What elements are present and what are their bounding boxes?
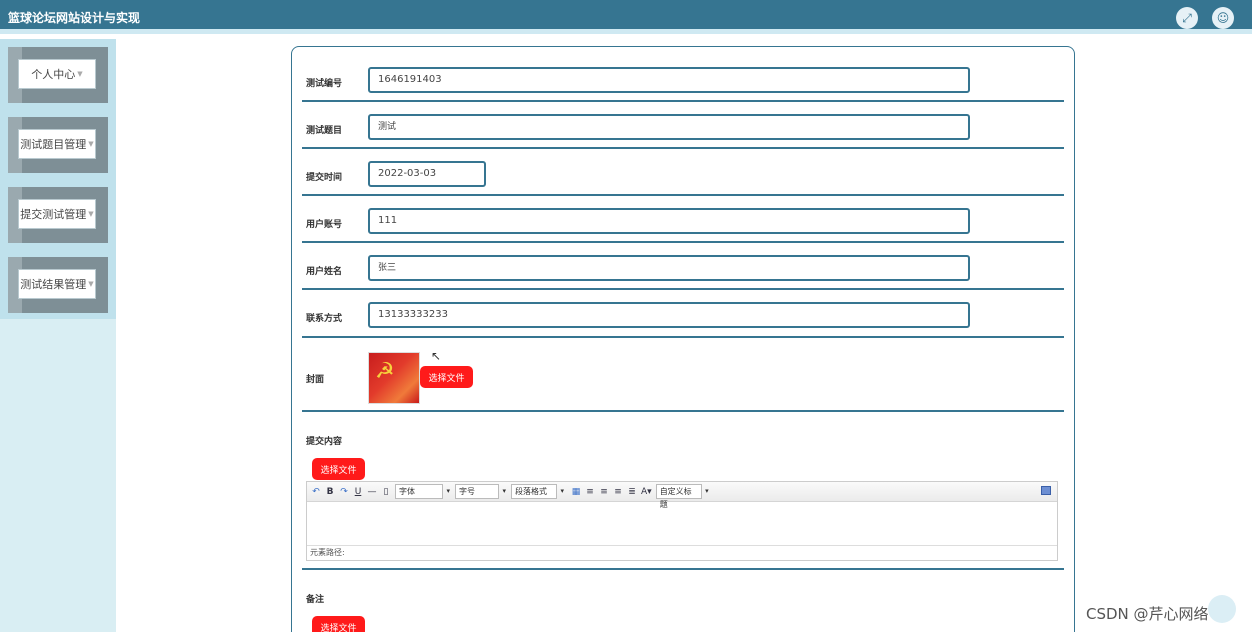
- caret-down-icon: ▼: [88, 140, 94, 148]
- watermark-text: CSDN @芹心网络: [1086, 605, 1209, 623]
- emblem-icon: ☭: [375, 359, 395, 384]
- form-row-submit-time: 提交时间 2022-03-03: [302, 149, 1064, 196]
- form-row-cover: 封面 ☭ 选择文件: [302, 338, 1064, 412]
- caret-down-icon: ▼: [88, 280, 94, 288]
- field-label: 用户账号: [306, 220, 343, 230]
- sidebar-item-test-questions[interactable]: 测试题目管理 ▼: [18, 129, 96, 159]
- content-choose-file-button[interactable]: 选择文件: [312, 458, 365, 480]
- sidebar-item-label: 提交测试管理: [20, 208, 87, 221]
- align-right-icon[interactable]: ≡: [599, 487, 609, 497]
- sidebar-item-label: 个人中心: [31, 68, 76, 81]
- submit-time-input[interactable]: 2022-03-03: [368, 161, 486, 187]
- form-row-user-name: 用户姓名 张三: [302, 243, 1064, 290]
- cover-image: ☭: [368, 352, 420, 404]
- document-icon[interactable]: ▯: [381, 487, 391, 497]
- mouse-cursor-icon: ↖: [431, 349, 442, 363]
- cover-choose-file-button[interactable]: 选择文件: [420, 366, 473, 388]
- form-row-contact: 联系方式 13133333233: [302, 290, 1064, 338]
- paragraph-format-select[interactable]: 段落格式: [511, 484, 564, 499]
- user-button[interactable]: ☺: [1212, 7, 1234, 29]
- field-label: 提交时间: [306, 173, 343, 183]
- sidebar-block: 提交测试管理 ▼: [0, 179, 116, 249]
- note-choose-file-button[interactable]: 选择文件: [312, 616, 365, 632]
- font-color-icon[interactable]: A▾: [641, 487, 652, 497]
- sidebar-item-label: 测试题目管理: [20, 138, 87, 151]
- align-center-icon[interactable]: ≡: [613, 487, 623, 497]
- form-row-note: 备注 选择文件: [302, 570, 1064, 632]
- form-row-user-account: 用户账号 111: [302, 196, 1064, 243]
- field-label: 联系方式: [306, 314, 343, 324]
- caret-down-icon: ▼: [77, 70, 83, 78]
- horizontal-rule-icon[interactable]: —: [367, 487, 377, 497]
- field-label: 测试题目: [306, 126, 343, 136]
- editor-element-path: 元素路径:: [307, 545, 1057, 560]
- align-justify-icon[interactable]: ≣: [627, 487, 637, 497]
- caret-down-icon: ▼: [88, 210, 94, 218]
- field-label: 测试编号: [306, 79, 343, 89]
- form-row-test-no: 测试编号 1646191403: [302, 55, 1064, 102]
- field-label: 备注: [306, 595, 325, 605]
- table-icon[interactable]: ▦: [571, 487, 581, 497]
- fullscreen-button[interactable]: ⤢: [1176, 7, 1198, 29]
- sidebar-item-label: 测试结果管理: [20, 278, 87, 291]
- undo-icon[interactable]: ↶: [311, 487, 321, 497]
- sidebar: 个人中心 ▼ 测试题目管理 ▼ 提交测试管理 ▼ 测试结果管理 ▼: [0, 39, 116, 632]
- sidebar-block: 测试结果管理 ▼: [0, 249, 116, 319]
- sidebar-block: 测试题目管理 ▼: [0, 109, 116, 179]
- user-name-input[interactable]: 张三: [368, 255, 970, 281]
- rich-text-editor: ↶ B ↷ U — ▯ 字体 字号 段落格式 ▦ ≡ ≡ ≡ ≣ A▾ 自定义标…: [306, 481, 1058, 561]
- test-title-input[interactable]: 测试: [368, 114, 970, 140]
- sidebar-item-test-results[interactable]: 测试结果管理 ▼: [18, 269, 96, 299]
- form-row-test-title: 测试题目 测试: [302, 102, 1064, 149]
- test-no-input[interactable]: 1646191403: [368, 67, 970, 93]
- sidebar-item-personal-center[interactable]: 个人中心 ▼: [18, 59, 96, 89]
- font-size-select[interactable]: 字号: [455, 484, 506, 499]
- user-account-input[interactable]: 111: [368, 208, 970, 234]
- font-select[interactable]: 字体: [395, 484, 450, 499]
- field-label: 用户姓名: [306, 267, 343, 277]
- underline-icon[interactable]: U: [353, 487, 363, 497]
- app-title: 篮球论坛网站设计与实现: [8, 11, 141, 25]
- align-left-icon[interactable]: ≡: [585, 487, 595, 497]
- editor-content-area[interactable]: [307, 503, 1057, 545]
- field-label: 提交内容: [306, 437, 343, 447]
- back-to-top-button[interactable]: [1208, 595, 1236, 623]
- bold-icon[interactable]: B: [325, 487, 335, 497]
- editor-toolbar: ↶ B ↷ U — ▯ 字体 字号 段落格式 ▦ ≡ ≡ ≡ ≣ A▾ 自定义标…: [307, 482, 1057, 509]
- sidebar-item-submit-tests[interactable]: 提交测试管理 ▼: [18, 199, 96, 229]
- contact-input[interactable]: 13133333233: [368, 302, 970, 328]
- form-card: 测试编号 1646191403 测试题目 测试 提交时间 2022-03-03 …: [291, 46, 1075, 632]
- fullscreen-editor-icon[interactable]: [1041, 486, 1051, 495]
- sidebar-block: 个人中心 ▼: [0, 39, 116, 109]
- field-label: 封面: [306, 375, 325, 385]
- user-icon: ☺: [1216, 11, 1230, 25]
- custom-title-select[interactable]: 自定义标题: [655, 484, 709, 509]
- redo-icon[interactable]: ↷: [339, 487, 349, 497]
- expand-icon: ⤢: [1182, 10, 1192, 25]
- top-header: 篮球论坛网站设计与实现 ⤢ ☺: [0, 0, 1252, 34]
